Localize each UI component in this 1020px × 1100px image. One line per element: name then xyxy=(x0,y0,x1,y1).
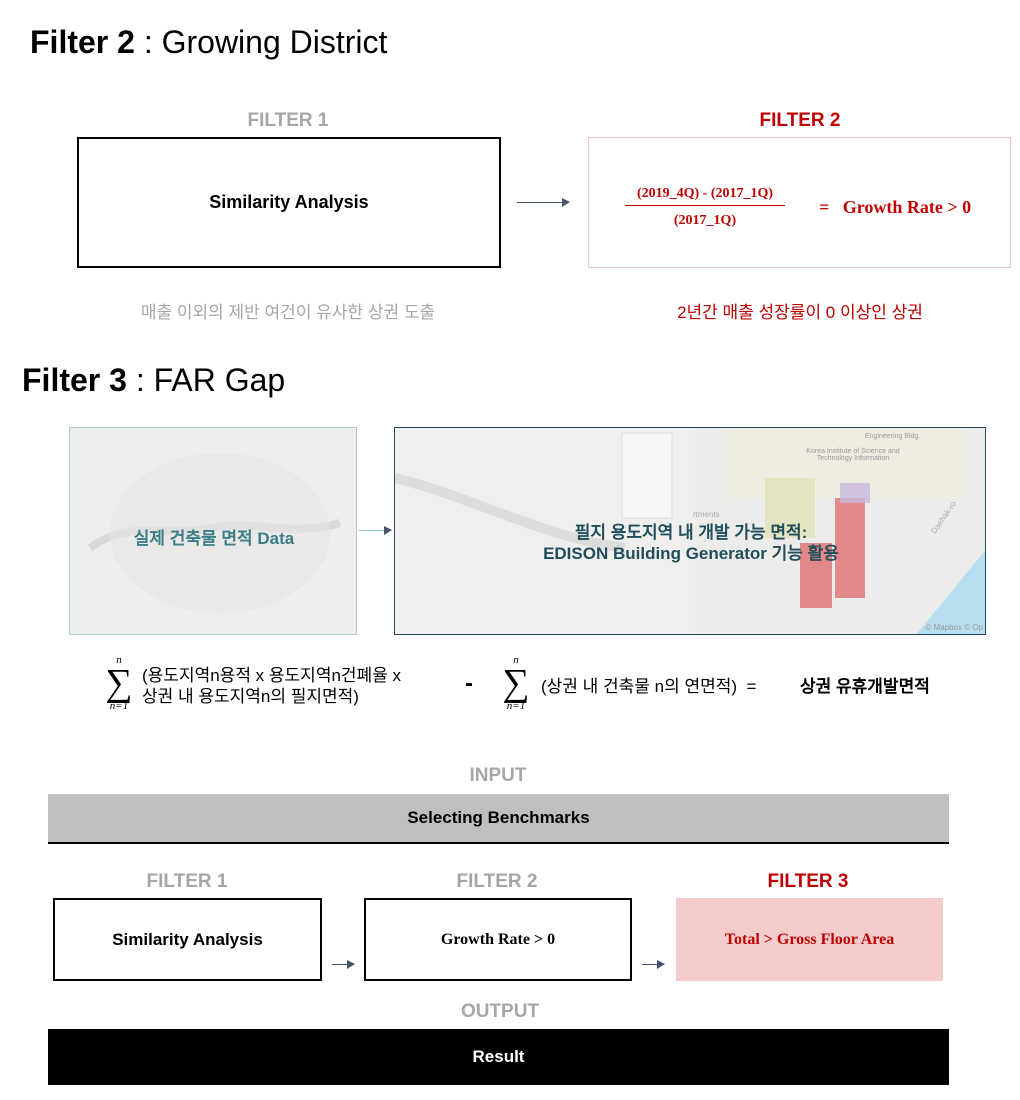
map-left-caption: 실제 건축물 면적 Data xyxy=(133,529,295,548)
pipeline-filter2-label: FILTER 2 xyxy=(456,871,538,892)
output-bar: Result xyxy=(48,1029,949,1085)
formula-numerator: (2019_4Q) - (2017_1Q) xyxy=(625,186,785,206)
pipeline-filter3-label: FILTER 3 xyxy=(767,871,849,892)
map-right-caption: 필지 용도지역 내 개발 가능 면적: EDISON Building Gene… xyxy=(543,523,839,563)
arrow-icon xyxy=(359,526,392,535)
map-attribution: © Mapbox © Op xyxy=(925,623,983,632)
filter1-description: 매출 이외의 제반 여건이 유사한 상권 도출 xyxy=(140,303,436,322)
filter3-heading: Filter 3 : FAR Gap xyxy=(22,362,286,398)
map-label: Engineering Bldg. xyxy=(865,433,921,440)
formula-minus: - xyxy=(465,670,473,697)
output-label: OUTPUT xyxy=(460,1001,540,1022)
input-bar: Selecting Benchmarks xyxy=(48,794,949,844)
similarity-analysis-box: Similarity Analysis xyxy=(77,137,501,268)
map-label: Korea Institute of Science and Technolog… xyxy=(806,448,900,462)
formula-result: = Growth Rate > 0 xyxy=(819,197,972,217)
pipeline-growth-box: Growth Rate > 0 xyxy=(364,898,632,981)
pipeline-filter1-label: FILTER 1 xyxy=(146,871,228,892)
arrow-icon xyxy=(332,960,355,969)
formula-term1: (용도지역n용적 x 용도지역n건폐율 x 상권 내 용도지역n의 필지면적) xyxy=(142,666,402,706)
input-label: INPUT xyxy=(469,765,527,786)
pipeline-similarity-box: Similarity Analysis xyxy=(53,898,322,981)
map-right: 필지 용도지역 내 개발 가능 면적: EDISON Building Gene… xyxy=(394,427,986,635)
map-label: rtments xyxy=(693,510,720,519)
filter2-label: FILTER 2 xyxy=(759,110,841,131)
filter1-label: FILTER 1 xyxy=(247,110,329,131)
sigma-symbol: n ∑ n=1 xyxy=(502,654,530,712)
formula-result: 상권 유휴개발면적 xyxy=(800,677,930,696)
arrow-icon xyxy=(642,960,665,969)
formula-term2: (상권 내 건축물 n의 연면적) = xyxy=(541,677,757,696)
pipeline-floor-area-box: Total > Gross Floor Area xyxy=(676,898,943,981)
map-left: 실제 건축물 면적 Data xyxy=(69,427,357,635)
formula-denominator: (2017_1Q) xyxy=(673,213,737,228)
diagram: Filter 2 : Growing District FILTER 1 Sim… xyxy=(0,0,1020,1100)
filter2-heading: Filter 2 : Growing District xyxy=(30,24,388,60)
sigma-symbol: n ∑ n=1 xyxy=(105,654,133,712)
arrow-icon xyxy=(517,198,570,207)
growth-rate-box: (2019_4Q) - (2017_1Q) (2017_1Q) = Growth… xyxy=(588,137,1011,268)
filter2-description: 2년간 매출 성장률이 0 이상인 상권 xyxy=(677,303,923,322)
